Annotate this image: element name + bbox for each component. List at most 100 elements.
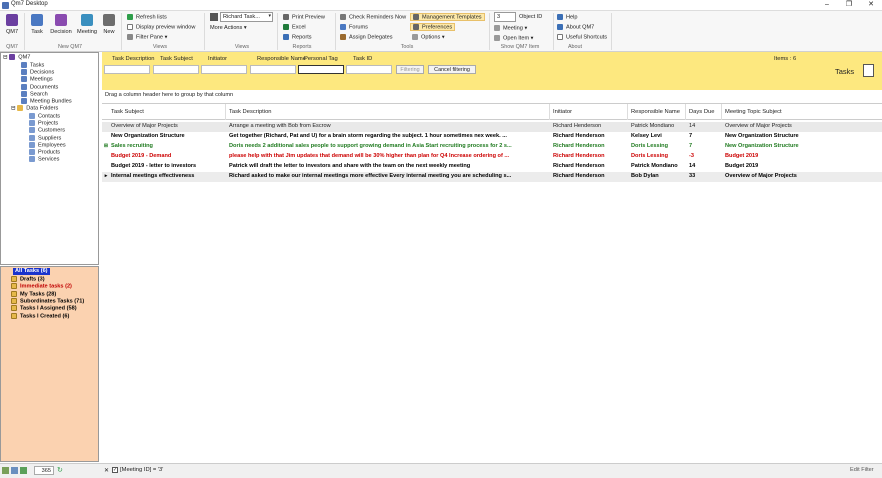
table-row[interactable]: New Organization Structure Get together (…	[102, 132, 882, 142]
table-cell: 7	[689, 143, 693, 149]
filter-personal-tag-input[interactable]	[298, 65, 344, 74]
close-icon[interactable]: ✕	[860, 0, 882, 11]
item-type-select[interactable]: Meeting ▾	[494, 25, 527, 31]
folder-icon	[11, 276, 17, 282]
calendar-icon[interactable]	[2, 467, 9, 474]
open-item-button[interactable]: Open Item ▾	[494, 35, 534, 41]
delegate-icon	[340, 34, 346, 40]
management-templates-button[interactable]: Management Templates	[410, 13, 485, 22]
report-icon	[283, 34, 289, 40]
filter-subject-input[interactable]	[153, 65, 199, 74]
new-dropdown-button[interactable]: New	[101, 14, 117, 35]
gear-icon	[412, 34, 418, 40]
item-icon	[21, 69, 27, 76]
task-tree-item[interactable]: Tasks I Created (6)	[11, 312, 70, 321]
check-reminders-button[interactable]: Check Reminders Now	[340, 14, 406, 20]
filtering-button[interactable]: Filtering	[396, 65, 424, 74]
list-icon	[494, 25, 500, 31]
table-cell: New Organization Structure	[725, 143, 799, 149]
shortcuts-button[interactable]: Useful Shortcuts	[557, 34, 607, 40]
column-header-initiator[interactable]: Initiator	[550, 104, 628, 120]
excel-icon	[283, 24, 289, 30]
refresh-icon[interactable]: ↻	[57, 466, 63, 474]
folder-item-services[interactable]: Services	[29, 156, 59, 164]
cancel-filtering-button[interactable]: Cancel filtering	[428, 65, 476, 74]
counter-input[interactable]: 365	[34, 466, 54, 475]
filter-pane-button[interactable]: Filter Pane ▾	[127, 34, 167, 40]
tree-item-qm7[interactable]: ⊟ QM7	[3, 54, 30, 62]
table-cell: Richard Henderson	[553, 153, 605, 159]
new-task-button[interactable]: Task	[28, 14, 46, 35]
column-header-task-subject[interactable]: Task Subject	[108, 104, 226, 120]
group-label-tools: Tools	[400, 44, 414, 50]
item-icon	[21, 62, 27, 68]
assign-delegates-button[interactable]: Assign Delegates	[340, 34, 393, 40]
filter-initiator-input[interactable]	[201, 65, 247, 74]
printer-icon	[283, 14, 289, 20]
tree-item-data-folders[interactable]: ⊟ Data Folders	[11, 105, 58, 113]
table-cell: 33	[689, 173, 696, 179]
about-button[interactable]: About QM7	[557, 24, 594, 30]
item-icon	[21, 83, 27, 90]
tree-item-all-tasks[interactable]: All Tasks (6)	[13, 268, 50, 276]
filter-label-initiator: Initiator	[208, 56, 228, 62]
table-cell: Doris Lessing	[631, 153, 668, 159]
table-row[interactable]: Budget 2019 - Demand please help with tha…	[102, 152, 882, 162]
excel-button[interactable]: Excel	[283, 24, 306, 30]
reports-button[interactable]: Reports	[283, 34, 312, 40]
task-tree-label: Drafts (3)	[20, 276, 45, 283]
filter-task-id-input[interactable]	[346, 65, 392, 74]
folder-item-label: Employees	[38, 142, 66, 149]
refresh-lists-button[interactable]: Refresh lists	[127, 14, 167, 20]
group-by-area[interactable]: Drag a column header here to group by th…	[105, 92, 233, 98]
edit-filter-button[interactable]: Edit Filter	[850, 467, 874, 473]
help-button[interactable]: Help	[557, 14, 578, 20]
table-row[interactable]: ▸ Internal meetings effectiveness Richard …	[102, 172, 882, 182]
filter-icon	[127, 34, 133, 40]
table-row[interactable]: ⊞ Sales recruiting Doris needs 2 additiona…	[102, 142, 882, 152]
object-id-label: Object ID	[519, 14, 543, 20]
task-tree-label: Tasks I Created (6)	[20, 312, 70, 319]
new-meeting-button[interactable]: Meeting	[75, 14, 99, 35]
close-filter-icon[interactable]: ✕	[104, 467, 109, 474]
table-cell: Richard Henderson	[553, 143, 605, 149]
table-row[interactable]: Budget 2019 - letter to investors Patrick…	[102, 162, 882, 172]
column-header-responsible-name[interactable]: Responsible Name	[628, 104, 686, 120]
table-cell: Kelsey Levi	[631, 133, 662, 139]
column-header-task-description[interactable]: Task Description	[226, 104, 550, 120]
maximize-icon[interactable]: ❐	[838, 0, 860, 11]
filter-label-task-id: Task ID	[353, 56, 373, 62]
user-view-select[interactable]: Richard Task... ▾	[220, 12, 273, 22]
object-id-input[interactable]: 3	[494, 12, 516, 22]
filter-responsible-input[interactable]	[250, 65, 296, 74]
more-actions-button[interactable]: More Actions ▾	[210, 25, 247, 31]
filter-description-input[interactable]	[104, 65, 150, 74]
options-button[interactable]: Options ▾	[412, 34, 445, 40]
forums-button[interactable]: Forums	[340, 24, 368, 30]
new-decision-button[interactable]: Decision	[49, 14, 73, 35]
org-chart-icon	[9, 54, 16, 60]
table-cell: Richard Henderson	[553, 173, 605, 179]
table-cell: Budget 2019 - letter to investors	[111, 163, 197, 169]
print-preview-button[interactable]: Print Preview	[283, 14, 325, 20]
active-filter-text: [Meeting ID] = '3'	[120, 467, 164, 473]
list-icon[interactable]	[11, 467, 18, 474]
group-label-about: About	[567, 44, 583, 50]
table-row[interactable]: Overview of Major Projects Arrange a meet…	[102, 122, 882, 132]
filter-enabled-checkbox[interactable]: ✓	[112, 467, 118, 473]
qm7-button[interactable]: QM7	[4, 14, 20, 35]
divider	[24, 13, 25, 50]
table-cell: Budget 2019	[725, 153, 759, 159]
task-grid: Drag a column header here to group by th…	[102, 90, 882, 462]
sidebar-item-label: Meeting Bundles	[30, 98, 72, 105]
minimize-icon[interactable]: –	[816, 0, 838, 11]
sidebar-item-label: Documents	[30, 84, 59, 91]
preferences-button[interactable]: Preferences	[410, 23, 456, 32]
checkbox-icon	[557, 34, 563, 40]
folder-item-label: Suppliers	[38, 135, 62, 142]
grid-icon[interactable]	[20, 467, 27, 474]
sidebar-item-label: Meetings	[30, 76, 53, 83]
column-header-meeting-topic[interactable]: Meeting Topic Subject	[722, 104, 882, 120]
column-header-days-due[interactable]: Days Due	[686, 104, 722, 120]
preview-window-checkbox[interactable]: Display preview window	[127, 24, 195, 30]
